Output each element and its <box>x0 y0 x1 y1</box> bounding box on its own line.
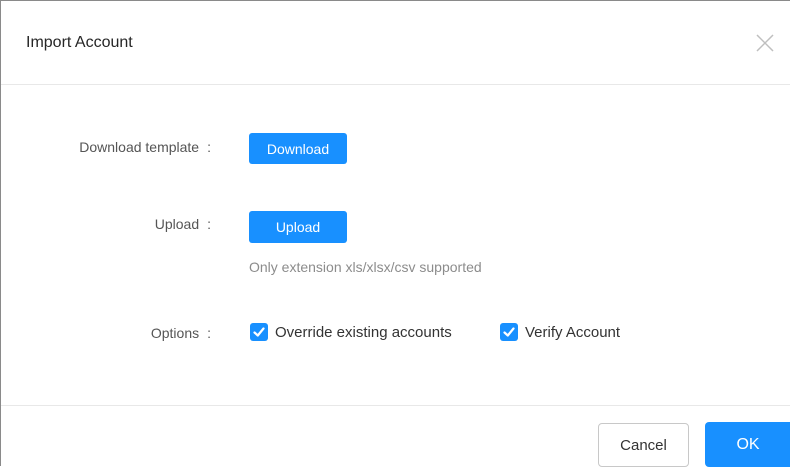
verify-account-label: Verify Account <box>525 323 621 341</box>
override-accounts-option[interactable]: Override existing accounts <box>250 323 452 341</box>
override-accounts-checkbox[interactable] <box>250 323 268 341</box>
upload-label-text: Upload <box>154 216 200 232</box>
import-account-dialog: Import Account Download template: Downlo… <box>0 0 790 467</box>
download-template-label: Download template: <box>1 139 211 155</box>
options-colon: : <box>207 325 211 341</box>
dialog-title: Import Account <box>26 34 133 51</box>
download-template-label-text: Download template <box>79 139 200 155</box>
upload-label: Upload: <box>1 216 211 232</box>
override-accounts-label: Override existing accounts <box>275 323 452 341</box>
ok-button[interactable]: OK <box>705 422 790 467</box>
dialog-header: Import Account <box>1 1 790 85</box>
close-button[interactable] <box>754 32 776 54</box>
upload-colon: : <box>207 216 211 232</box>
options-label-text: Options <box>150 325 200 341</box>
upload-button[interactable]: Upload <box>249 211 347 243</box>
verify-account-checkbox[interactable] <box>500 323 518 341</box>
close-icon <box>756 34 774 52</box>
checkmark-icon <box>503 327 515 337</box>
download-template-colon: : <box>207 139 211 155</box>
checkmark-icon <box>253 327 265 337</box>
verify-account-option[interactable]: Verify Account <box>500 323 620 341</box>
download-button[interactable]: Download <box>249 133 347 164</box>
options-label: Options: <box>1 325 211 341</box>
upload-hint: Only extension xls/xlsx/csv supported <box>249 259 482 275</box>
cancel-button[interactable]: Cancel <box>598 423 689 467</box>
